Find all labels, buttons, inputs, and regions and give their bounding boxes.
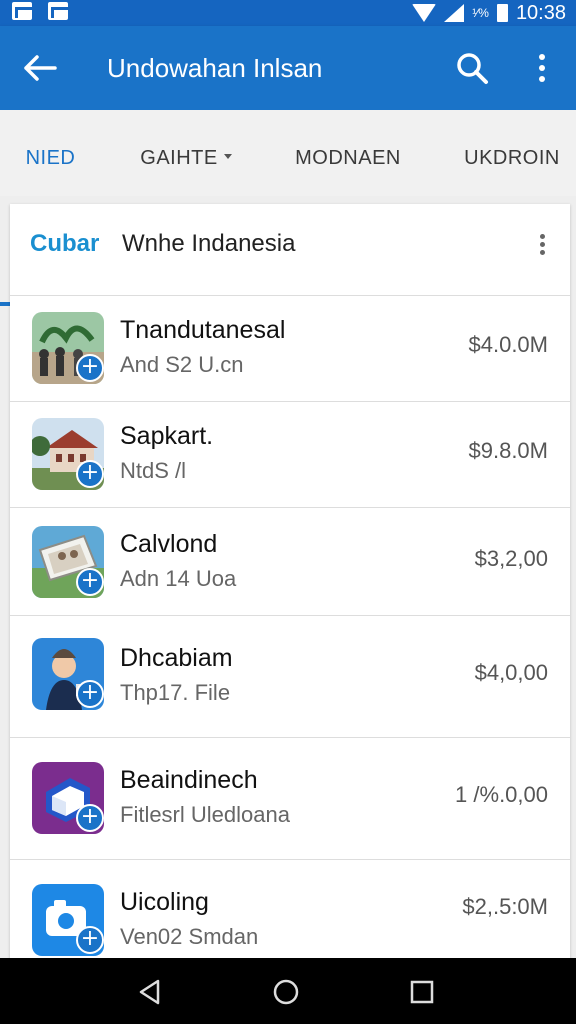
app-name: Calvlond bbox=[120, 530, 218, 558]
add-icon[interactable]: + bbox=[76, 926, 104, 954]
list-item[interactable]: + Sapkart. NtdS /l $9.8.0M bbox=[10, 402, 570, 508]
clock: 10:38 bbox=[515, 1, 566, 24]
gmail-notification-icon bbox=[48, 2, 68, 20]
tab-nied[interactable]: NIED bbox=[0, 110, 101, 196]
app-price: $3,2,00 bbox=[474, 546, 548, 571]
add-icon[interactable]: + bbox=[76, 460, 104, 488]
dot-icon bbox=[539, 234, 545, 239]
app-price: $4,0,00 bbox=[474, 660, 548, 685]
list-item[interactable]: + Uicoling Ven02 Smdan $2,.5:0M bbox=[10, 860, 570, 964]
tab-label: UKDROIN bbox=[464, 147, 560, 169]
arrow-left-icon bbox=[24, 55, 57, 81]
back-button[interactable] bbox=[20, 50, 60, 86]
list-item[interactable]: + Dhcabiam Thp17. File $4,0,00 bbox=[10, 616, 570, 738]
dot-icon bbox=[539, 65, 545, 71]
tab-label: MODNAEN bbox=[295, 147, 401, 169]
square-recents-icon bbox=[410, 980, 434, 1004]
tab-label: NIED bbox=[25, 147, 76, 169]
list-item[interactable]: + Calvlond Adn 14 Uoa $3,2,00 bbox=[10, 508, 570, 616]
app-bar: Undowahan Inlsan bbox=[0, 26, 576, 110]
signal-icon bbox=[444, 4, 465, 22]
battery-icon bbox=[496, 4, 508, 22]
gmail-notification-icon bbox=[12, 2, 32, 20]
brand-label: Cubar bbox=[30, 230, 100, 257]
app-price: $2,.5:0M bbox=[462, 894, 548, 919]
wifi-icon bbox=[412, 4, 437, 22]
app-subtitle: Ven02 Smdan bbox=[120, 924, 259, 949]
card-menu-button[interactable] bbox=[534, 234, 550, 258]
caret-down-icon bbox=[223, 154, 232, 160]
dot-icon bbox=[539, 250, 545, 255]
app-list-card: Cubar Wnhe Indanesia + Tnandutanesal And… bbox=[10, 204, 570, 964]
nav-recents-button[interactable] bbox=[408, 978, 436, 1006]
tab-label: GAIHTE bbox=[140, 147, 218, 169]
circle-home-icon bbox=[273, 979, 299, 1005]
dot-icon bbox=[539, 242, 545, 247]
card-header: Cubar Wnhe Indanesia bbox=[10, 204, 570, 296]
app-price: $4.0.0M bbox=[468, 332, 549, 357]
system-nav-bar bbox=[0, 958, 576, 1024]
app-subtitle: And S2 U.cn bbox=[120, 352, 244, 377]
nav-home-button[interactable] bbox=[272, 978, 300, 1006]
add-icon[interactable]: + bbox=[76, 680, 104, 708]
overflow-menu-button[interactable] bbox=[524, 48, 560, 88]
search-button[interactable] bbox=[452, 48, 492, 88]
app-name: Beaindinech bbox=[120, 766, 258, 794]
add-icon[interactable]: + bbox=[76, 568, 104, 596]
list-item[interactable]: + Tnandutanesal And S2 U.cn $4.0.0M bbox=[10, 296, 570, 402]
app-subtitle: Fitlesrl Uledloana bbox=[120, 802, 290, 827]
app-subtitle: NtdS /l bbox=[120, 458, 187, 483]
search-icon bbox=[457, 53, 488, 84]
card-heading: Wnhe Indanesia bbox=[122, 230, 296, 257]
app-price: $9.8.0M bbox=[468, 438, 549, 463]
app-subtitle: Thp17. File bbox=[120, 680, 231, 705]
add-icon[interactable]: + bbox=[76, 804, 104, 832]
nav-back-button[interactable] bbox=[136, 978, 164, 1006]
app-name: Dhcabiam bbox=[120, 644, 233, 672]
add-icon[interactable]: + bbox=[76, 354, 104, 382]
status-bar: ¹⁄% 10:38 bbox=[0, 0, 576, 26]
tab-ukdroin[interactable]: UKDROIN bbox=[448, 110, 576, 196]
dot-icon bbox=[539, 54, 545, 60]
list-item[interactable]: + Beaindinech Fitlesrl Uledloana 1 /%.0,… bbox=[10, 738, 570, 860]
app-name: Uicoling bbox=[120, 888, 209, 916]
tab-bar: NIED GAIHTE MODNAEN UKDROIN bbox=[0, 110, 576, 306]
app-price: 1 /%.0,00 bbox=[455, 782, 548, 807]
app-name: Tnandutanesal bbox=[120, 316, 286, 344]
tab-modnaen[interactable]: MODNAEN bbox=[280, 110, 416, 196]
app-name: Sapkart. bbox=[120, 422, 214, 450]
tab-gaihte[interactable]: GAIHTE bbox=[126, 110, 246, 196]
triangle-back-icon bbox=[139, 979, 160, 1005]
app-subtitle: Adn 14 Uoa bbox=[120, 566, 237, 591]
dot-icon bbox=[539, 76, 545, 82]
battery-percent: ¹⁄% bbox=[472, 6, 489, 20]
page-title: Undowahan Inlsan bbox=[107, 53, 323, 83]
